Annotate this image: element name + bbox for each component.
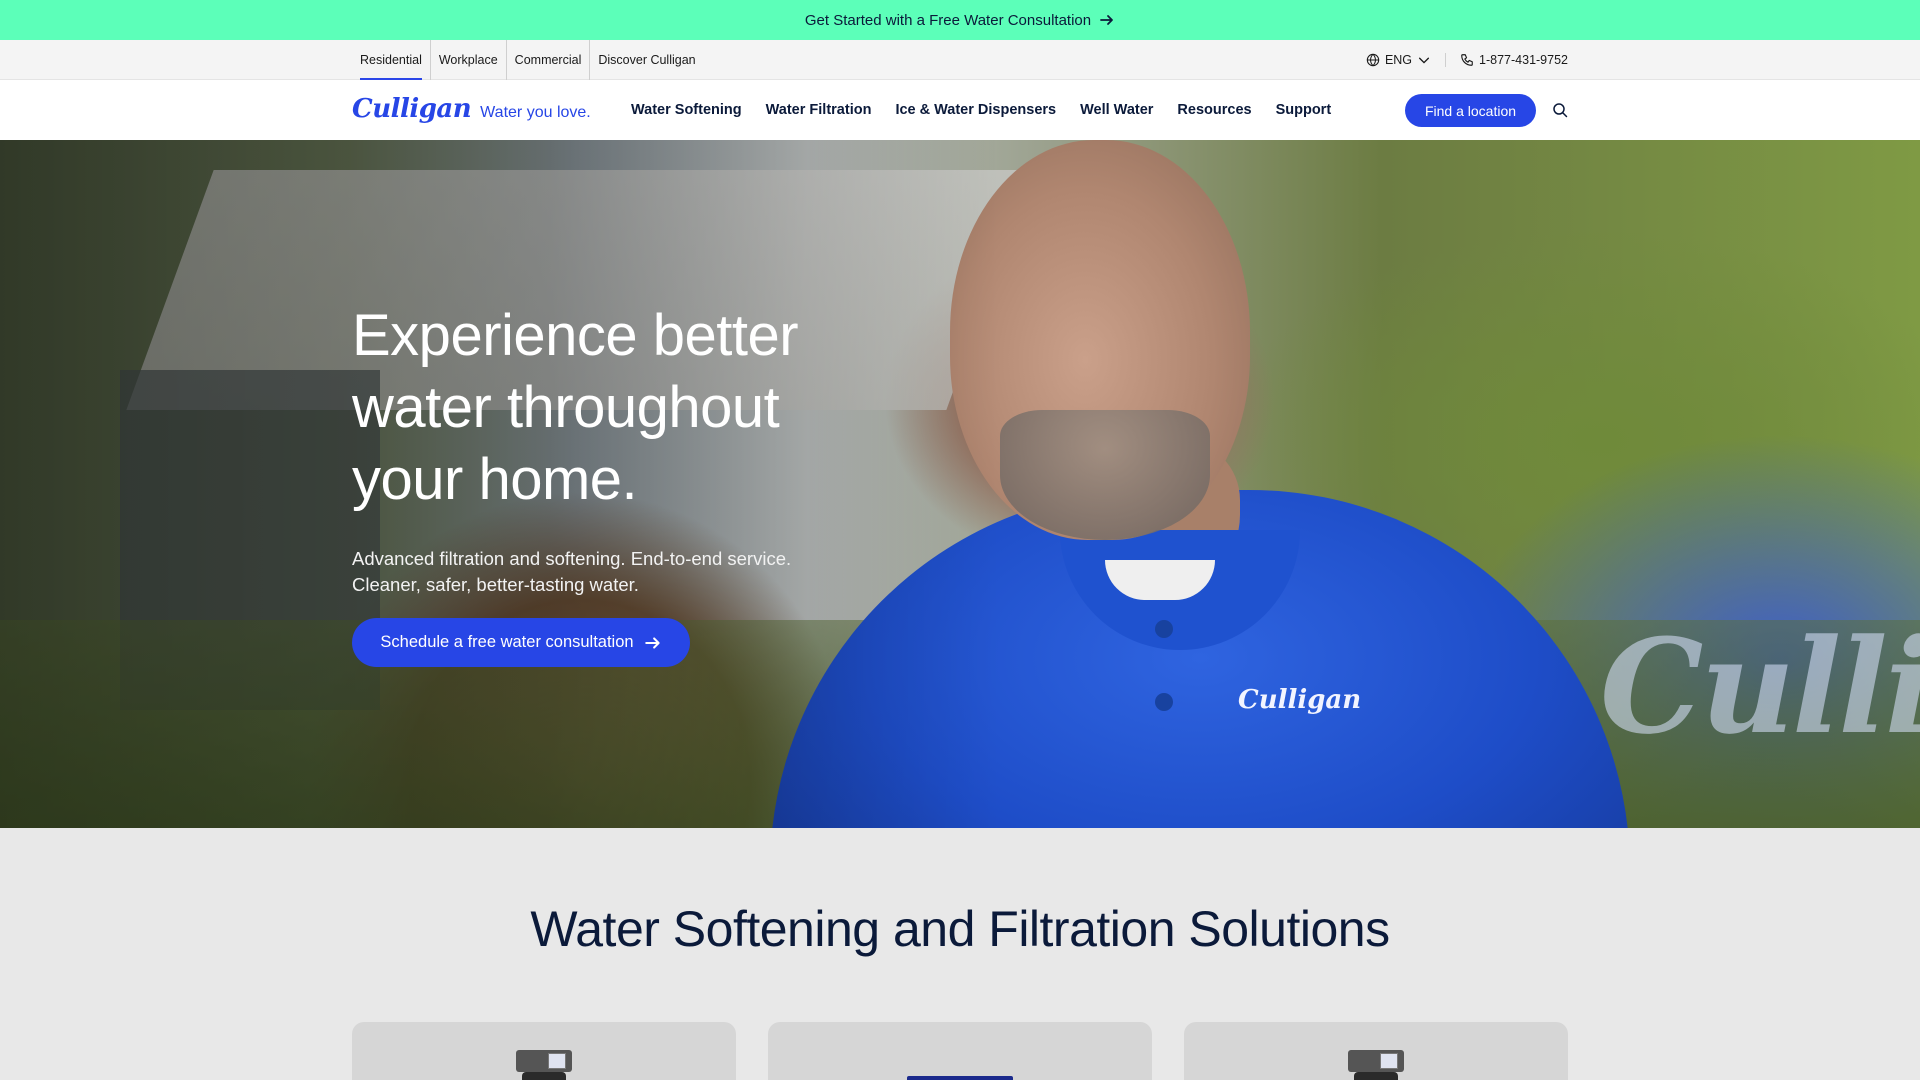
language-selector[interactable]: ENG	[1366, 53, 1431, 67]
shirt-button	[1155, 693, 1173, 711]
filtration-system-image	[907, 1076, 1013, 1080]
language-label: ENG	[1384, 53, 1413, 67]
divider	[1445, 53, 1447, 67]
schedule-consultation-button[interactable]: Schedule a free water consultation	[352, 618, 690, 667]
utility-bar: Residential Workplace Commercial Discove…	[0, 40, 1920, 80]
nav-water-softening[interactable]: Water Softening	[631, 102, 742, 118]
truck-culligan-logo: Culligan	[1600, 610, 1920, 763]
product-card-softener-2[interactable]	[1184, 1022, 1568, 1080]
main-nav: Culligan Water you love. Water Softening…	[0, 80, 1920, 140]
globe-icon	[1366, 53, 1380, 67]
hero-copy: Experience better water throughout your …	[352, 300, 912, 598]
shirt-culligan-logo: Culligan	[1238, 685, 1362, 715]
nav-resources[interactable]: Resources	[1177, 102, 1251, 118]
segment-discover[interactable]: Discover Culligan	[589, 40, 703, 80]
nav-water-filtration[interactable]: Water Filtration	[766, 102, 872, 118]
hero-sub-line: Advanced filtration and softening. End-t…	[352, 548, 792, 569]
promo-banner[interactable]: Get Started with a Free Water Consultati…	[0, 0, 1920, 40]
nav-menu: Water Softening Water Filtration Ice & W…	[631, 80, 1331, 140]
culligan-logo: Culligan	[352, 94, 472, 124]
phone-link[interactable]: 1-877-431-9752	[1460, 53, 1568, 67]
product-card-filtration[interactable]	[768, 1022, 1152, 1080]
search-icon	[1553, 103, 1568, 118]
brand-tagline: Water you love.	[480, 104, 591, 121]
hero-headline-line: your home.	[352, 447, 638, 512]
hero-headline: Experience better water throughout your …	[352, 300, 912, 516]
segment-workplace[interactable]: Workplace	[429, 40, 506, 80]
nav-ice-water-dispensers[interactable]: Ice & Water Dispensers	[895, 102, 1056, 118]
brand-logo[interactable]: Culligan Water you love.	[352, 94, 591, 124]
solutions-title: Water Softening and Filtration Solutions	[530, 901, 1390, 957]
nav-well-water[interactable]: Well Water	[1080, 102, 1153, 118]
product-card-softener[interactable]	[352, 1022, 736, 1080]
promo-text[interactable]: Get Started with a Free Water Consultati…	[805, 12, 1091, 29]
hero-sub-line: Cleaner, safer, better-tasting water.	[352, 574, 639, 595]
nav-support[interactable]: Support	[1276, 102, 1332, 118]
phone-number: 1-877-431-9752	[1479, 53, 1568, 67]
hero-technician-beard	[1000, 410, 1210, 540]
water-softener-image	[516, 1050, 572, 1080]
solutions-section: Water Softening and Filtration Solutions	[0, 828, 1920, 1080]
hero-subheadline: Advanced filtration and softening. End-t…	[352, 546, 912, 598]
search-button[interactable]	[1550, 100, 1570, 120]
audience-switcher: Residential Workplace Commercial Discove…	[352, 40, 704, 80]
arrow-right-icon	[644, 636, 660, 649]
shirt-button	[1155, 620, 1173, 638]
hero-headline-line: Experience better	[352, 303, 799, 368]
find-location-button[interactable]: Find a location	[1405, 94, 1536, 127]
chevron-down-icon	[1419, 57, 1430, 64]
segment-commercial[interactable]: Commercial	[505, 40, 590, 80]
phone-icon	[1461, 54, 1473, 66]
hero-section: Culligan Culligan	[0, 140, 1920, 828]
schedule-consultation-label: Schedule a free water consultation	[380, 633, 634, 651]
segment-residential[interactable]: Residential	[352, 40, 430, 80]
hero-headline-line: water throughout	[352, 375, 780, 440]
water-softener-image	[1348, 1050, 1404, 1080]
utility-right: ENG 1-877-431-9752	[1366, 40, 1568, 80]
arrow-right-icon	[1100, 15, 1114, 25]
